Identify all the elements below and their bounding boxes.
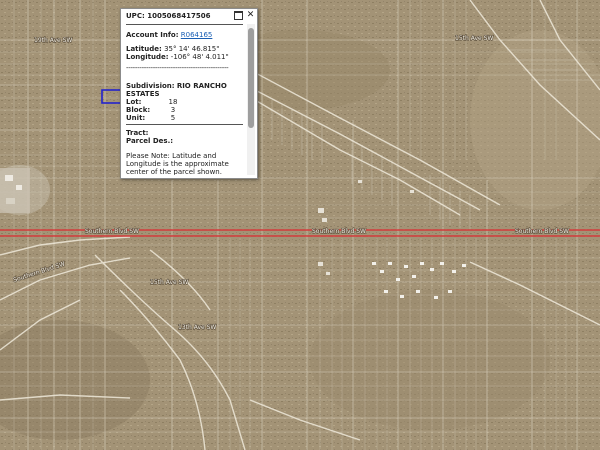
subdivision-value-continued: ESTATES xyxy=(126,90,160,98)
upc-label: UPC: xyxy=(126,12,145,20)
upc-value: 1005068417506 xyxy=(147,12,211,20)
latitude-row: Latitude: 35° 14' 46.815" xyxy=(126,45,243,53)
longitude-label: Longitude: xyxy=(126,53,169,61)
subdivision-row: Subdivision: RIO RANCHO xyxy=(126,82,243,90)
road-label: 19th Ave SW xyxy=(34,37,72,44)
block-label: Block: xyxy=(126,106,151,114)
subdivision-value: RIO RANCHO xyxy=(176,82,227,90)
block-row: Block: 3 xyxy=(126,106,243,114)
coordinate-note: Please Note: Latitude and Longitude is t… xyxy=(126,152,229,175)
satellite-map[interactable]: 19th Ave SW 15th Ave SW Southern Blvd SW… xyxy=(0,0,600,450)
divider xyxy=(126,24,243,25)
longitude-row: Longitude: -106° 48' 4.011" xyxy=(126,53,243,61)
road-label: 15th Ave SW xyxy=(455,35,493,42)
subdivision-label: Subdivision: xyxy=(126,82,175,90)
road-label: Southern Blvd SW xyxy=(85,228,139,235)
lot-row: Lot: 18 xyxy=(126,98,243,106)
divider xyxy=(126,124,243,125)
account-link[interactable]: R064165 xyxy=(181,31,213,39)
lot-value: 18 xyxy=(168,98,178,106)
tract-label: Tract: xyxy=(126,129,149,137)
parcel-description-label: Parcel Des.: xyxy=(126,137,174,145)
latitude-label: Latitude: xyxy=(126,45,162,53)
unit-value: 5 xyxy=(170,114,176,122)
road-label: Southern Blvd SW xyxy=(312,228,366,235)
unit-row: Unit: 5 xyxy=(126,114,243,122)
upc-row: UPC: 1005068417506 xyxy=(126,12,243,20)
dash-separator: ----------------------------------------… xyxy=(126,64,229,72)
scrollbar-thumb[interactable] xyxy=(248,28,254,128)
road-label: 15th Ave SW xyxy=(150,279,188,286)
popup-content: UPC: 1005068417506 Account Info: R064165… xyxy=(126,12,243,175)
unit-label: Unit: xyxy=(126,114,146,122)
latitude-value: 35° 14' 46.815" xyxy=(164,45,220,53)
account-row: Account Info: R064165 xyxy=(126,31,243,39)
road-label: Southern Blvd SW xyxy=(515,228,569,235)
block-value: 3 xyxy=(170,106,176,114)
road-label: 13th Ave SW xyxy=(178,324,216,331)
popup-scrollbar[interactable] xyxy=(247,24,255,175)
close-icon[interactable]: ✕ xyxy=(246,11,255,20)
parcel-info-popup: ✕ UPC: 1005068417506 Account Info: R0641… xyxy=(120,8,258,179)
account-label: Account Info: xyxy=(126,31,179,39)
longitude-value: -106° 48' 4.011" xyxy=(170,53,229,61)
lot-label: Lot: xyxy=(126,98,142,106)
